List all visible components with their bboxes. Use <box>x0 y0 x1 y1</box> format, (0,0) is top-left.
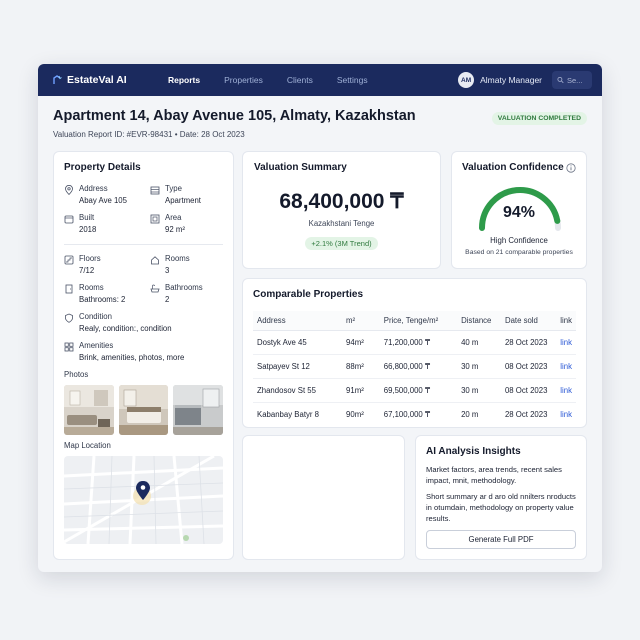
brand[interactable]: EstateVal AI <box>52 74 156 86</box>
row-link[interactable]: link <box>556 403 576 427</box>
confidence-subtext: Based on 21 comparable properties <box>465 249 573 256</box>
tab-reports[interactable]: Reports <box>156 64 212 96</box>
report-header: Apartment 14, Abay Avenue 105, Almaty, K… <box>53 108 587 139</box>
property-photo-bedroom[interactable] <box>118 385 169 435</box>
table-row[interactable]: Zhandosov St 55 91m² 69,500,000 ₸ 30 m 0… <box>253 378 576 403</box>
column-header: link <box>556 311 576 331</box>
generate-pdf-button[interactable]: Generate Full PDF <box>426 530 576 549</box>
info-icon[interactable] <box>566 163 576 173</box>
detail-address: Address Abay Ave 105 <box>64 184 150 205</box>
card-title: Property Details <box>64 162 141 173</box>
trend-badge: +2.1% (3M Trend) <box>305 237 378 250</box>
row-link[interactable]: link <box>556 354 576 379</box>
shield-icon <box>65 313 73 323</box>
detail-amenities: Amenities Brink, amenities, photos, more <box>64 341 223 362</box>
column-header[interactable]: Price, Tenge/m² <box>379 311 458 331</box>
confidence-value: 94% <box>502 204 536 221</box>
divider <box>64 244 223 245</box>
detail-rooms: Rooms 3 <box>150 254 230 275</box>
row-link[interactable]: link <box>556 378 576 403</box>
area-icon <box>150 214 160 224</box>
currency-label: Kazakhstani Tenge <box>308 219 375 228</box>
property-photo-kitchen[interactable] <box>173 385 224 435</box>
calendar-icon <box>64 215 74 224</box>
card-title: AI Analysis Insights <box>426 446 521 457</box>
comparables-table: Address m² Price, Tenge/m² Distance Date… <box>253 311 576 426</box>
tab-settings[interactable]: Settings <box>325 64 380 96</box>
detail-condition: Condition Realy, condition:, condition <box>64 312 223 333</box>
column-header[interactable]: Date sold <box>500 311 557 331</box>
table-row[interactable]: Kabanbay Batyr 8 90m² 67,100,000 ₸ 20 m … <box>253 403 576 427</box>
card-title: Comparable Properties <box>253 289 364 300</box>
bathtub-icon <box>150 284 160 293</box>
confidence-label: High Confidence <box>490 236 548 245</box>
door-icon <box>65 284 73 294</box>
building-icon <box>150 186 160 195</box>
detail-area: Area 92 m² <box>150 213 230 234</box>
empty-panel <box>242 435 405 560</box>
valuation-summary-card: Valuation Summary 68,400,000 ₸ Kazakhsta… <box>242 151 441 269</box>
ai-insights-card: AI Analysis Insights Market factors, are… <box>415 435 587 560</box>
card-title: Valuation Summary <box>254 162 347 173</box>
location-map[interactable] <box>64 456 223 544</box>
nav-tabs: Reports Properties Clients Settings <box>156 64 380 96</box>
tab-clients[interactable]: Clients <box>275 64 325 96</box>
detail-type: Type Apartment <box>150 184 230 205</box>
detail-floors: Floors 7/12 <box>64 254 150 275</box>
logo-icon <box>53 75 62 84</box>
search-icon <box>557 76 564 84</box>
user-name[interactable]: Almaty Manager <box>480 75 542 85</box>
column-header[interactable]: Address <box>253 311 343 331</box>
map-label: Map Location <box>64 441 111 450</box>
valuation-amount: 68,400,000 ₸ <box>279 190 404 213</box>
detail-rooms-secondary: Rooms Bathrooms: 2 <box>64 283 150 304</box>
top-nav: EstateVal AI Reports Properties Clients … <box>38 64 602 96</box>
detail-built: Built 2018 <box>64 213 150 234</box>
table-row[interactable]: Dostyk Ave 45 94m² 71,200,000 ₸ 40 m 28 … <box>253 330 576 355</box>
report-subtitle: Valuation Report ID: #EVR-98431 • Date: … <box>53 130 245 139</box>
insights-summary: Short summary ar d aro old nnilters nrod… <box>426 492 576 523</box>
property-photo-living-room[interactable] <box>64 385 114 435</box>
tab-properties[interactable]: Properties <box>212 64 275 96</box>
detail-bathrooms: Bathrooms 2 <box>150 283 230 304</box>
table-row[interactable]: Satpayev St 12 88m² 66,800,000 ₸ 30 m 08… <box>253 354 576 379</box>
card-title: Valuation Confidence <box>462 162 564 173</box>
grid-icon <box>64 342 74 352</box>
status-badge: VALUATION COMPLETED <box>491 112 587 125</box>
stairs-icon <box>64 255 74 265</box>
avatar[interactable]: AM <box>458 72 475 88</box>
table-header-row: Address m² Price, Tenge/m² Distance Date… <box>253 311 576 331</box>
valuation-confidence-card: Valuation Confidence 94% High Confidence… <box>451 151 587 269</box>
location-pin-icon <box>65 185 73 195</box>
property-details-card: Property Details Address Abay Ave 105 Typ… <box>53 151 234 560</box>
nav-right: AM Almaty Manager <box>458 71 592 89</box>
app-name: EstateVal AI <box>67 74 127 86</box>
app-window: EstateVal AI Reports Properties Clients … <box>38 64 602 572</box>
search-input[interactable] <box>567 75 587 85</box>
home-icon <box>151 256 159 265</box>
photos-label: Photos <box>64 370 89 379</box>
row-link[interactable]: link <box>556 330 576 355</box>
search-box[interactable] <box>552 71 592 89</box>
insights-text: Market factors, area trends, recent sale… <box>426 465 562 485</box>
photo-gallery <box>64 385 224 435</box>
column-header[interactable]: Distance <box>457 311 501 331</box>
column-header[interactable]: m² <box>342 311 380 331</box>
comparable-properties-card: Comparable Properties Address m² Price, … <box>242 278 587 428</box>
